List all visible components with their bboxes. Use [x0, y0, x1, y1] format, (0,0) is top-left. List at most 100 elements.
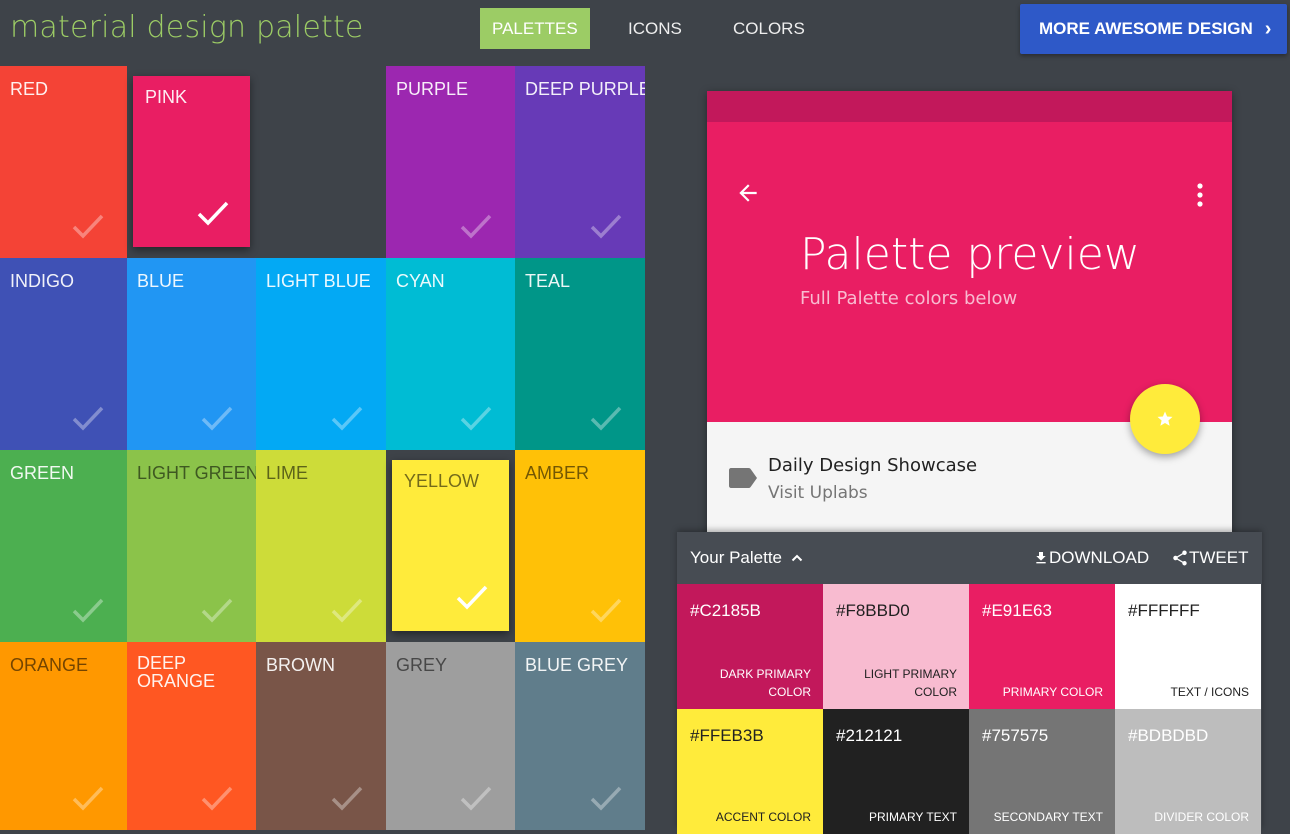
palette-tile-deep-purple[interactable]: DEEP PURPLE [515, 66, 645, 258]
preview-app-bar: Palette preview Full Palette colors belo… [707, 122, 1232, 422]
palette-name: ORANGE [10, 655, 89, 675]
palette-tile-lime[interactable]: LIME [256, 450, 386, 642]
download-icon [1036, 552, 1046, 564]
palette-tile-grey[interactable]: GREY [386, 642, 515, 830]
swatch-primary-color[interactable]: #E91E63 PRIMARY COLOR [969, 584, 1115, 709]
palette-name: PINK [145, 87, 188, 107]
check-icon [590, 786, 622, 811]
palette-tile-pink[interactable]: PINK [133, 76, 250, 247]
check-icon [201, 786, 233, 811]
swatch-accent-color[interactable]: #FFEB3B ACCENT COLOR [677, 709, 823, 834]
arrow-back-icon[interactable] [735, 180, 761, 206]
palette-tile-green[interactable]: GREEN [0, 450, 127, 642]
swatch-label: SECONDARY TEXT [993, 810, 1103, 824]
check-icon [460, 214, 492, 239]
palette-tile-deep-orange[interactable]: DEEP ORANGE [127, 642, 256, 830]
check-icon [590, 214, 622, 239]
your-palette-toggle[interactable]: Your Palette [690, 548, 803, 568]
check-icon [72, 214, 104, 239]
your-palette-panel: Your Palette DOWNLOAD TWEET #C2185B DARK … [677, 532, 1262, 834]
swatch-label: DIVIDER COLOR [1154, 810, 1249, 824]
floating-action-button[interactable] [1130, 384, 1200, 454]
tweet-button[interactable]: TWEET [1171, 548, 1249, 568]
swatch-hex: #C2185B [690, 601, 761, 620]
nav-icons[interactable]: ICONS [616, 8, 694, 49]
check-icon [197, 201, 229, 226]
site-logo[interactable]: material design palette [10, 10, 364, 45]
check-icon [72, 598, 104, 623]
swatch-hex: #212121 [836, 726, 903, 745]
palette-name: GREEN [10, 463, 75, 483]
more-vert-icon[interactable] [1196, 182, 1204, 208]
download-button[interactable]: DOWNLOAD [1033, 548, 1149, 568]
swatch-text-icons[interactable]: #FFFFFF TEXT / ICONS [1115, 584, 1261, 709]
palette-name: TEAL [525, 271, 571, 291]
palette-tile-yellow[interactable]: YELLOW [392, 460, 509, 631]
palette-name: LIGHT BLUE [266, 271, 371, 291]
palette-name: GREY [396, 655, 448, 675]
palette-name: PURPLE [396, 79, 469, 99]
palette-name: BROWN [266, 655, 335, 675]
swatch-hex: #FFEB3B [690, 726, 764, 745]
nav-palettes[interactable]: PALETTES [480, 8, 590, 49]
preview-status-bar [707, 91, 1232, 122]
swatch-divider-color[interactable]: #BDBDBD DIVIDER COLOR [1115, 709, 1261, 834]
palette-tile-blue-grey[interactable]: BLUE GREY [515, 642, 645, 830]
palette-name: CYAN [396, 271, 445, 291]
swatch-dark-primary-color[interactable]: #C2185B DARK PRIMARY COLOR [677, 584, 823, 709]
check-icon [331, 406, 363, 431]
panel-header: Your Palette DOWNLOAD TWEET [677, 532, 1262, 584]
panel-title: Your Palette [690, 548, 782, 567]
showcase-subtitle: Visit Uplabs [768, 483, 868, 503]
check-icon [331, 786, 363, 811]
check-icon [72, 786, 104, 811]
swatch-light-primary-color[interactable]: #F8BBD0 LIGHT PRIMARY COLOR [823, 584, 969, 709]
palette-tile-orange[interactable]: ORANGE [0, 642, 127, 830]
palette-tile-blue[interactable]: BLUE [127, 258, 256, 450]
palette-name: YELLOW [404, 471, 480, 491]
cta-label: MORE AWESOME DESIGN [1039, 19, 1253, 38]
swatch-label: PRIMARY TEXT [868, 810, 957, 824]
palette-name: BLUE GREY [525, 655, 629, 675]
check-icon [331, 598, 363, 623]
palette-tile-amber[interactable]: AMBER [515, 450, 645, 642]
nav-colors[interactable]: COLORS [721, 8, 817, 49]
swatch-hex: #757575 [982, 726, 1049, 745]
check-icon [201, 598, 233, 623]
palette-name: DEEP PURPLE [525, 79, 645, 99]
swatch-secondary-text[interactable]: #757575 SECONDARY TEXT [969, 709, 1115, 834]
preview-subtitle: Full Palette colors below [800, 288, 1018, 309]
palette-tile-light-green[interactable]: LIGHT GREEN [127, 450, 256, 642]
swatch-label: LIGHT PRIMARY COLOR [864, 667, 957, 699]
swatch-label: DARK PRIMARY COLOR [719, 667, 811, 699]
palette-name: INDIGO [10, 271, 75, 291]
swatch-hex: #BDBDBD [1128, 726, 1209, 745]
more-awesome-design-button[interactable]: MORE AWESOME DESIGN › [1020, 4, 1287, 54]
swatch-label: TEXT / ICONS [1170, 685, 1249, 699]
check-icon [460, 406, 492, 431]
swatch-primary-text[interactable]: #212121 PRIMARY TEXT [823, 709, 969, 834]
check-icon [201, 406, 233, 431]
palette-tile-cyan[interactable]: CYAN [386, 258, 515, 450]
palette-tile-brown[interactable]: BROWN [256, 642, 386, 830]
palette-name: LIGHT GREEN [137, 463, 256, 483]
check-icon [590, 598, 622, 623]
palette-tile-indigo[interactable]: INDIGO [0, 258, 127, 450]
palette-tile-red[interactable]: RED [0, 66, 127, 258]
palette-tile-teal[interactable]: TEAL [515, 258, 645, 450]
swatch-hex: #FFFFFF [1128, 601, 1200, 620]
top-bar: material design palette PALETTES ICONS C… [0, 0, 1290, 66]
star-icon [1157, 411, 1173, 426]
chevron-up-icon [791, 548, 803, 568]
palette-tile-light-blue[interactable]: LIGHT BLUE [256, 258, 386, 450]
palette-tile-purple[interactable]: PURPLE [386, 66, 515, 258]
palette-name: AMBER [525, 463, 590, 483]
palette-name: LIME [266, 463, 309, 483]
check-icon [456, 585, 488, 610]
preview-title: Palette preview [800, 229, 1140, 280]
check-icon [590, 406, 622, 431]
palette-name: RED [10, 79, 49, 99]
swatch-hex: #E91E63 [982, 601, 1052, 620]
palette-preview-card: Palette preview Full Palette colors belo… [707, 91, 1232, 536]
showcase-title: Daily Design Showcase [768, 455, 978, 476]
